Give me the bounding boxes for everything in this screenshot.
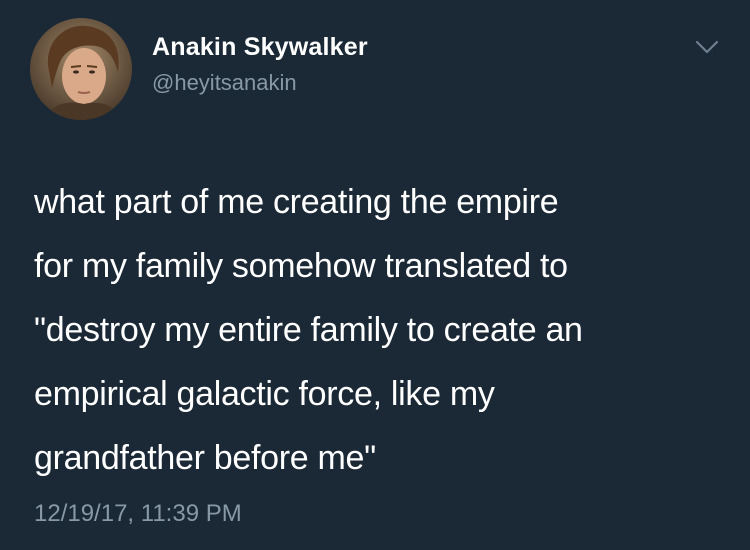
- tweet-timestamp[interactable]: 12/19/17, 11:39 PM: [34, 500, 242, 528]
- author-display-name[interactable]: Anakin Skywalker: [152, 33, 368, 62]
- tweet-card: Anakin Skywalker @heyitsanakin what part…: [0, 0, 750, 550]
- author-handle[interactable]: @heyitsanakin: [152, 70, 297, 96]
- avatar[interactable]: [30, 18, 132, 120]
- chevron-down-icon[interactable]: [692, 36, 722, 60]
- tweet-text: what part of me creating the empire for …: [34, 183, 583, 477]
- avatar-image: [30, 18, 132, 120]
